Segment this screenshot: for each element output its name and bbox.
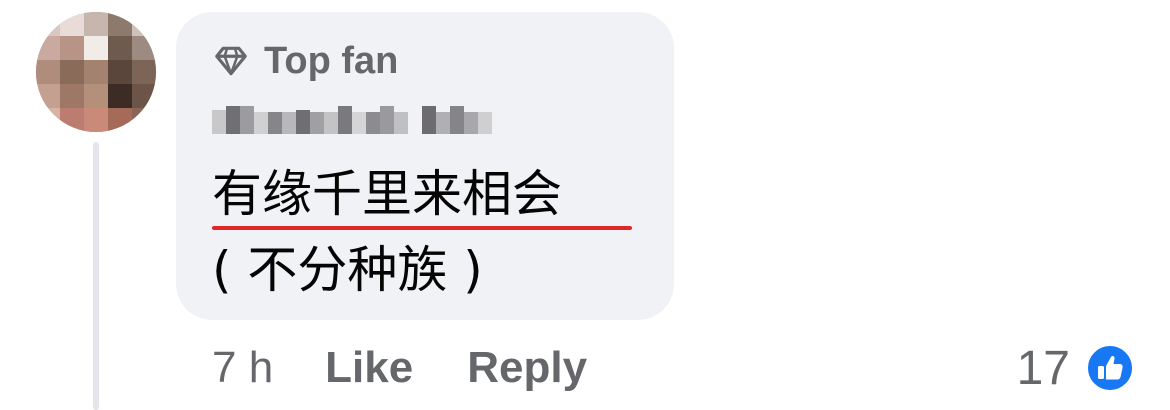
badge-label: Top fan	[264, 39, 399, 82]
author-name[interactable]	[212, 102, 492, 142]
diamond-icon	[215, 46, 247, 76]
spellcheck-underline	[212, 226, 632, 230]
pixelated-avatar-image	[36, 12, 156, 132]
like-thumb-icon	[1086, 344, 1134, 392]
comment-text-line-2: ( 不分种族 )	[212, 241, 483, 299]
comment-container: Top fan 有缘千里来相会 ( 不分种族 ) 7 h Like Reply …	[0, 0, 1170, 410]
timestamp[interactable]: 7 h	[212, 343, 273, 393]
comment-text-line-1: 有缘千里来相会	[212, 165, 562, 223]
thread-line	[93, 142, 99, 410]
comment-actions: 7 h Like Reply	[212, 338, 641, 398]
reaction-count: 17	[1016, 341, 1070, 395]
reply-button[interactable]: Reply	[467, 343, 587, 393]
top-fan-badge[interactable]: Top fan	[212, 38, 398, 84]
pixelated-author-name-image	[212, 106, 492, 134]
reactions-summary[interactable]: 17	[1017, 338, 1134, 398]
avatar[interactable]	[36, 12, 156, 132]
like-button[interactable]: Like	[325, 343, 413, 393]
